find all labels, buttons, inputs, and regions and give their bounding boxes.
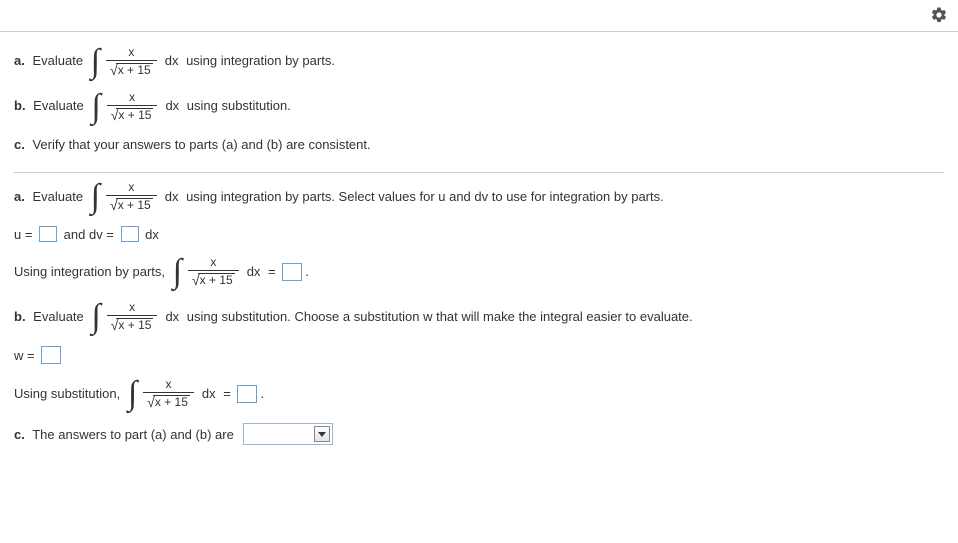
integral-sign: ∫	[91, 93, 100, 120]
using-sub-text: Using substitution,	[14, 386, 124, 401]
part-a-label: a.	[14, 52, 25, 70]
w-equals: w =	[14, 348, 38, 363]
part-a-statement: a. Evaluate ∫ x √x + 15 dx using integra…	[14, 46, 944, 77]
chevron-down-icon	[314, 426, 330, 442]
part-b-tail: using substitution.	[183, 97, 291, 115]
u-input[interactable]	[39, 226, 57, 242]
sub-answer-input[interactable]	[237, 385, 257, 403]
gear-icon[interactable]	[930, 6, 948, 27]
evaluate-text: Evaluate	[29, 52, 87, 70]
integral-sign: ∫	[128, 380, 137, 407]
sub-result-line: Using substitution, ∫ x √x + 15 dx = .	[14, 378, 944, 409]
parts-answer-input[interactable]	[282, 263, 302, 281]
part-a-label: a.	[14, 189, 25, 204]
work-b-tail: using substitution. Choose a substitutio…	[183, 309, 692, 324]
w-input[interactable]	[41, 346, 61, 364]
using-parts-text: Using integration by parts,	[14, 264, 169, 279]
dx: dx	[165, 52, 179, 70]
part-c-label: c.	[14, 136, 25, 154]
dv-input[interactable]	[121, 226, 139, 242]
dx: dx	[165, 97, 179, 115]
section-divider	[14, 172, 944, 173]
integral-sign: ∫	[91, 48, 100, 75]
work-c-line: c. The answers to part (a) and (b) are	[14, 423, 944, 445]
part-b-statement: b. Evaluate ∫ x √x + 15 dx using substit…	[14, 91, 944, 122]
integrand-fraction: x √x + 15	[106, 46, 157, 77]
question-content: a. Evaluate ∫ x √x + 15 dx using integra…	[0, 32, 958, 473]
evaluate-text: Evaluate	[30, 97, 88, 115]
integral-sign: ∫	[173, 258, 182, 285]
and-dv: and dv =	[60, 227, 117, 242]
w-line: w =	[14, 346, 944, 364]
parts-result-line: Using integration by parts, ∫ x √x + 15 …	[14, 256, 944, 287]
part-c-label: c.	[14, 427, 25, 442]
work-a-tail: using integration by parts. Select value…	[182, 189, 663, 204]
fraction-numer: x	[124, 46, 138, 60]
dx-after: dx	[142, 227, 159, 242]
part-a-tail: using integration by parts.	[182, 52, 334, 70]
u-equals: u =	[14, 227, 36, 242]
u-dv-line: u = and dv = dx	[14, 226, 944, 242]
work-b-prompt: b. Evaluate ∫ x √x + 15 dx using substit…	[14, 301, 944, 332]
integral-sign: ∫	[91, 183, 100, 210]
fraction-denom: √x + 15	[106, 60, 157, 77]
work-c-text: The answers to part (a) and (b) are	[29, 427, 238, 442]
work-a-prompt: a. Evaluate ∫ x √x + 15 dx using integra…	[14, 181, 944, 212]
part-b-label: b.	[14, 97, 26, 115]
problem-statement: a. Evaluate ∫ x √x + 15 dx using integra…	[14, 46, 944, 166]
consistency-select[interactable]	[243, 423, 333, 445]
part-c-text: Verify that your answers to parts (a) an…	[29, 136, 371, 154]
part-c-statement: c. Verify that your answers to parts (a)…	[14, 136, 944, 154]
toolbar	[0, 0, 958, 32]
part-b-label: b.	[14, 309, 26, 324]
integrand-fraction: x √x + 15	[107, 91, 158, 122]
integral-sign: ∫	[91, 303, 100, 330]
